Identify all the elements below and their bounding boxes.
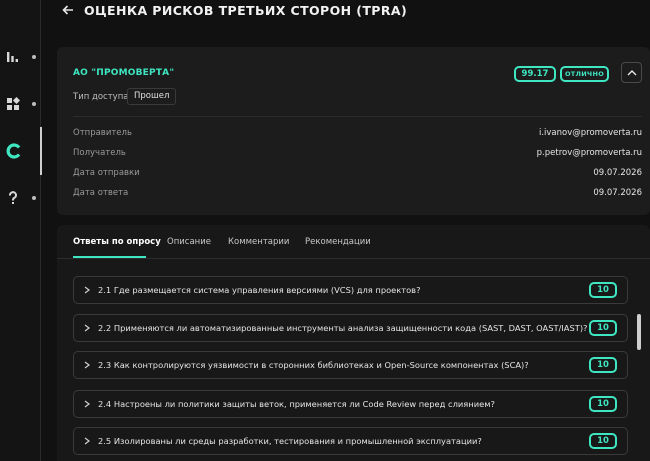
question-text: 2.4 Настроены ли политики защиты веток, … xyxy=(98,399,495,409)
score-badge: 99.17 xyxy=(514,66,556,82)
sidebar-item-brand[interactable] xyxy=(0,127,42,175)
tab-survey-answers[interactable]: Ответы по опросу xyxy=(73,237,161,247)
question-score-badge: 10 xyxy=(589,396,617,412)
company-name: АО "ПРОМОВЕРТА" xyxy=(73,68,175,78)
recipient-label: Получатель xyxy=(73,148,126,158)
vendor-info-card: АО "ПРОМОВЕРТА" Тип доступа Прошел 99.17… xyxy=(57,47,650,215)
tab-comments[interactable]: Комментарии xyxy=(228,237,289,247)
active-indicator xyxy=(40,127,42,175)
question-text: 2.3 Как контролируются уязвимости в стор… xyxy=(98,360,529,370)
grid-icon xyxy=(6,97,20,111)
chevron-right-icon xyxy=(84,324,90,332)
sender-label: Отправитель xyxy=(73,128,132,138)
sidebar xyxy=(0,0,42,461)
sidebar-item-help[interactable] xyxy=(0,180,41,216)
question-text: 2.1 Где размещается система управления в… xyxy=(98,285,421,295)
page-title: ОЦЕНКА РИСКОВ ТРЕТЬИХ СТОРОН (TPRA) xyxy=(84,3,408,18)
page-header: ОЦЕНКА РИСКОВ ТРЕТЬИХ СТОРОН (TPRA) xyxy=(41,0,650,22)
chevron-right-icon xyxy=(84,437,90,445)
question-item[interactable]: 2.5 Изолированы ли среды разработки, тес… xyxy=(73,427,628,455)
bar-chart-icon xyxy=(6,50,20,64)
question-item[interactable]: 2.4 Настроены ли политики защиты веток, … xyxy=(73,390,628,418)
question-item[interactable]: 2.2 Применяются ли автоматизированные ин… xyxy=(73,314,628,342)
question-score-badge: 10 xyxy=(589,433,617,449)
sender-value: i.ivanov@promoverta.ru xyxy=(538,128,642,138)
scrollbar-thumb[interactable] xyxy=(637,314,641,350)
divider xyxy=(73,116,642,117)
tab-recommendations[interactable]: Рекомендации xyxy=(305,237,371,247)
divider xyxy=(57,258,650,259)
reply-date-label: Дата ответа xyxy=(73,188,129,198)
sent-date-label: Дата отправки xyxy=(73,168,140,178)
access-type-badge: Прошел xyxy=(127,88,177,105)
chevron-up-icon xyxy=(627,69,636,75)
sidebar-dot xyxy=(32,55,36,59)
sidebar-item-modules[interactable] xyxy=(0,86,41,122)
question-text: 2.5 Изолированы ли среды разработки, тес… xyxy=(98,436,482,446)
tab-description[interactable]: Описание xyxy=(167,237,211,247)
chevron-right-icon xyxy=(84,286,90,294)
question-item[interactable]: 2.3 Как контролируются уязвимости в стор… xyxy=(73,351,628,379)
question-item[interactable]: 2.1 Где размещается система управления в… xyxy=(73,276,628,304)
recipient-value: p.petrov@promoverta.ru xyxy=(536,148,642,158)
status-badge: ОТЛИЧНО xyxy=(560,66,609,82)
reply-date-value: 09.07.2026 xyxy=(593,188,642,198)
sidebar-item-analytics[interactable] xyxy=(0,39,41,75)
question-score-badge: 10 xyxy=(589,357,617,373)
chevron-right-icon xyxy=(84,361,90,369)
question-score-badge: 10 xyxy=(589,320,617,336)
sidebar-dot xyxy=(32,102,36,106)
collapse-button[interactable] xyxy=(621,62,642,83)
survey-panel: Ответы по опросу Описание Комментарии Ре… xyxy=(57,225,650,461)
sidebar-dot xyxy=(32,196,36,200)
app-root: ОЦЕНКА РИСКОВ ТРЕТЬИХ СТОРОН (TPRA) АО "… xyxy=(0,0,650,461)
access-type-label: Тип доступа xyxy=(73,92,129,102)
c-logo-icon xyxy=(6,143,22,159)
question-score-badge: 10 xyxy=(589,282,617,298)
question-text: 2.2 Применяются ли автоматизированные ин… xyxy=(98,323,588,333)
chevron-right-icon xyxy=(84,400,90,408)
back-arrow-icon[interactable] xyxy=(61,2,75,16)
sent-date-value: 09.07.2026 xyxy=(593,168,642,178)
question-icon xyxy=(6,191,20,205)
